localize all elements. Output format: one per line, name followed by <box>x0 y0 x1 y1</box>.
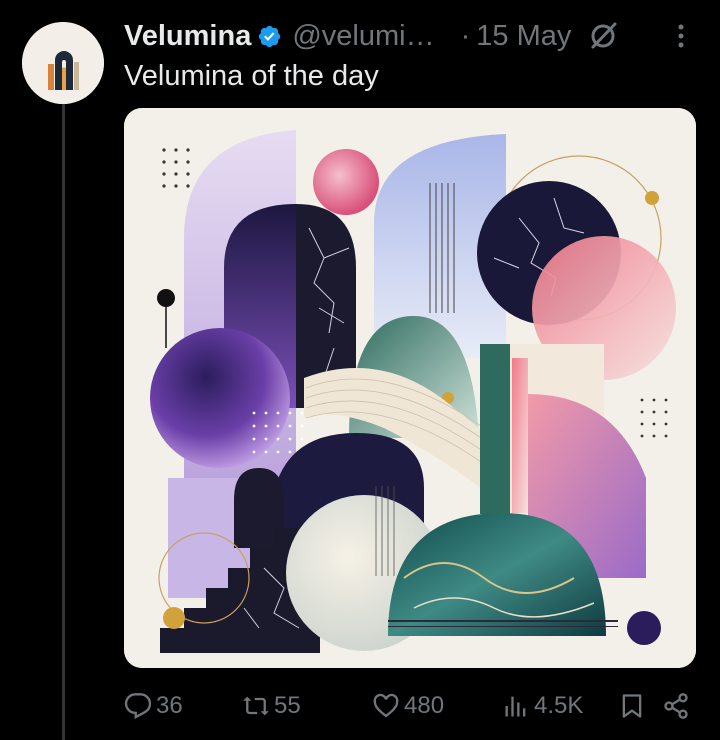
grok-icon[interactable] <box>587 20 619 52</box>
bookmark-button[interactable] <box>618 692 662 720</box>
date-separator: · <box>460 19 471 52</box>
reply-button[interactable]: 36 <box>124 692 242 720</box>
post-image[interactable] <box>124 108 696 668</box>
author-handle[interactable]: @velumi… <box>292 20 434 53</box>
post-text: Velumina of the day <box>124 60 379 92</box>
action-bar: 36 55 480 4.5K <box>124 684 690 728</box>
more-options-icon[interactable] <box>668 22 694 50</box>
like-button[interactable]: 480 <box>372 692 502 720</box>
thread-line <box>62 102 65 740</box>
repost-count: 55 <box>274 692 301 719</box>
reply-icon <box>124 693 152 720</box>
abstract-artwork-image <box>124 108 696 668</box>
author-name[interactable]: Velumina <box>124 20 251 53</box>
like-count: 480 <box>404 692 445 719</box>
velumina-logo-icon <box>22 22 104 104</box>
avatar[interactable] <box>22 22 104 104</box>
bookmark-icon <box>622 694 642 718</box>
views-button[interactable]: 4.5K <box>502 692 618 720</box>
like-icon <box>373 693 399 718</box>
repost-button[interactable]: 55 <box>242 692 372 720</box>
post-header: Velumina @velumi… · 15 May <box>124 16 694 56</box>
repost-icon <box>243 696 269 716</box>
reply-count: 36 <box>156 692 183 719</box>
views-count: 4.5K <box>534 692 584 719</box>
views-icon <box>505 696 526 717</box>
verified-badge-icon <box>259 25 281 47</box>
post-date[interactable]: 15 May <box>476 20 571 53</box>
share-icon <box>664 693 688 719</box>
share-button[interactable] <box>662 692 690 720</box>
